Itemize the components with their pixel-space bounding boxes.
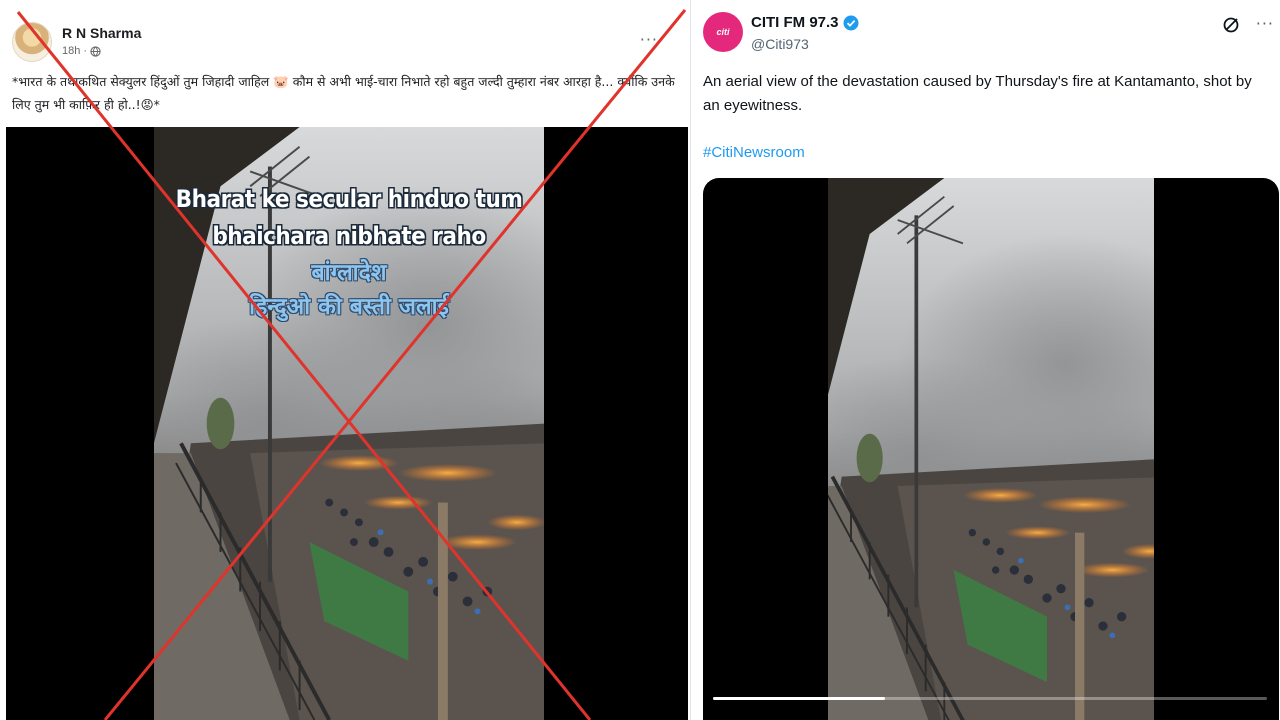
fire-scene-image bbox=[154, 127, 544, 720]
fire-scene-image bbox=[828, 178, 1154, 720]
account-name[interactable]: CITI FM 97.3 bbox=[751, 14, 839, 31]
post-header: R N Sharma 18h · ··· bbox=[12, 20, 672, 64]
avatar[interactable] bbox=[12, 22, 52, 62]
facebook-post: R N Sharma 18h · ··· *भारत के तथाकथित से… bbox=[0, 0, 690, 720]
post-video[interactable]: Bharat ke secular hinduo tum bhaichara n… bbox=[6, 127, 688, 720]
overlay-text-line: बांग्लादेश bbox=[311, 260, 387, 286]
author-name[interactable]: R N Sharma bbox=[62, 25, 141, 41]
tweet-text: An aerial view of the devastation caused… bbox=[703, 73, 1252, 114]
post-meta: 18h · bbox=[62, 45, 101, 57]
grok-icon[interactable] bbox=[1222, 16, 1240, 34]
post-time[interactable]: 18h bbox=[62, 45, 80, 57]
video-frame bbox=[828, 178, 1154, 720]
ellipsis-icon[interactable]: ··· bbox=[1256, 14, 1274, 33]
post-caption: *भारत के तथाकथित सेक्युलर हिंदुओं तुम जि… bbox=[12, 74, 675, 112]
video-frame: Bharat ke secular hinduo tum bhaichara n… bbox=[154, 127, 544, 720]
avatar[interactable]: citi bbox=[703, 12, 743, 52]
ellipsis-icon[interactable]: ··· bbox=[640, 30, 658, 49]
video-progress-fill bbox=[713, 697, 885, 700]
x-post: citi CITI FM 97.3 @Citi973 ··· An aerial… bbox=[690, 0, 1280, 720]
tweet-video[interactable] bbox=[703, 178, 1279, 720]
account-name-row: CITI FM 97.3 bbox=[751, 14, 859, 31]
account-handle[interactable]: @Citi973 bbox=[751, 36, 809, 52]
overlay-text-line: हिन्दुओ की बस्ती जलाई bbox=[249, 294, 449, 320]
overlay-text-line: Bharat ke secular hinduo tum bbox=[175, 185, 523, 213]
globe-icon bbox=[90, 45, 101, 57]
video-progress-bar[interactable] bbox=[713, 697, 1267, 700]
hashtag-link[interactable]: #CitiNewsroom bbox=[703, 144, 805, 161]
overlay-text-line: bhaichara nibhate raho bbox=[212, 222, 486, 250]
verified-badge-icon bbox=[843, 15, 859, 30]
